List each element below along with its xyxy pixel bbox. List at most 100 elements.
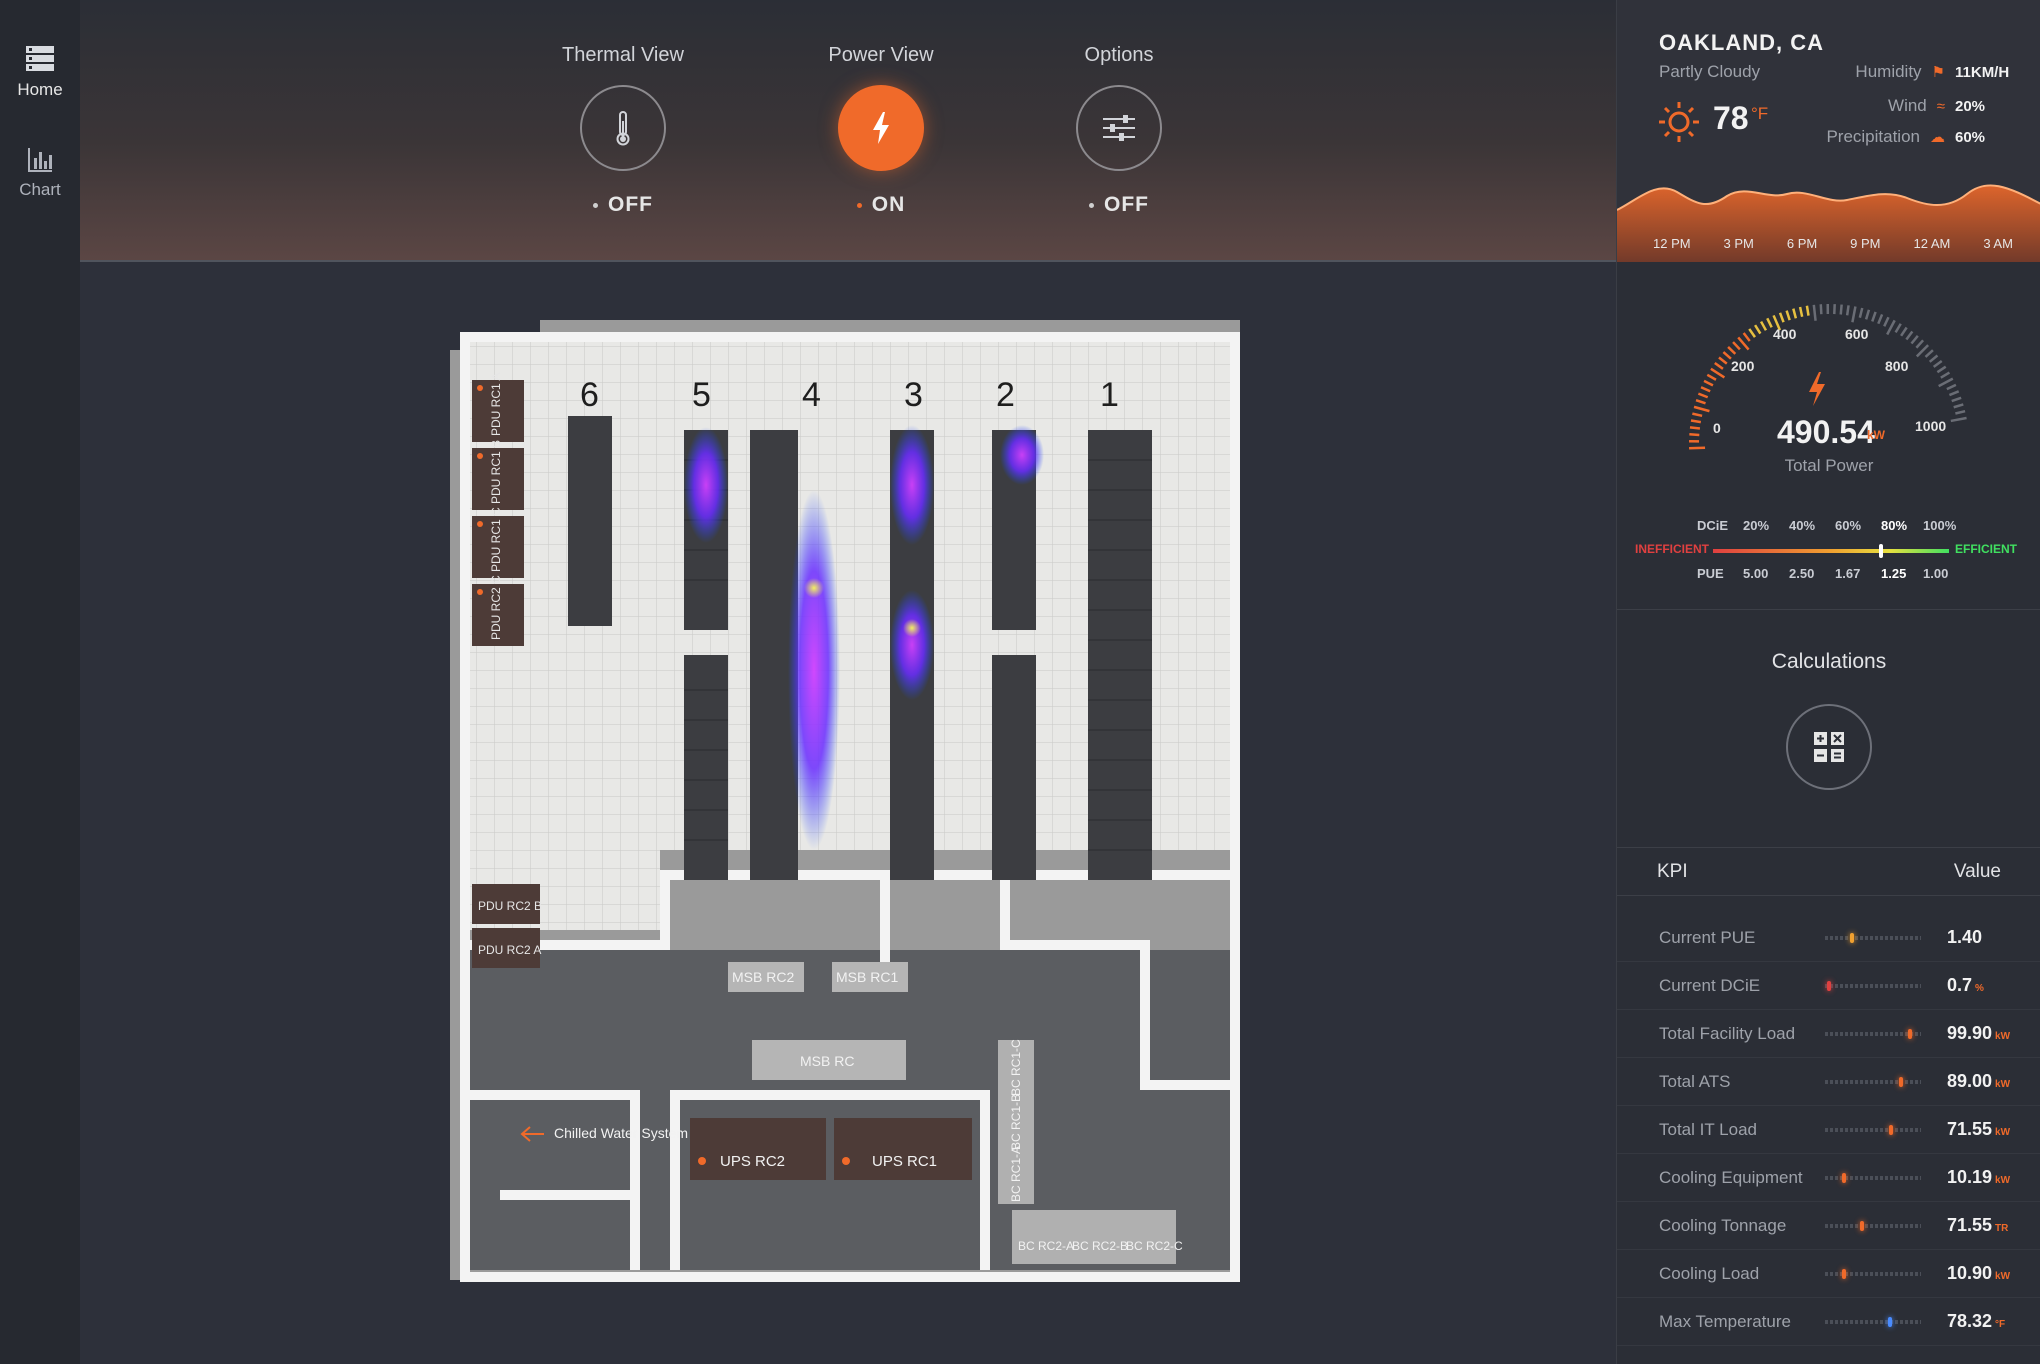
kpi-value: 78.32 bbox=[1947, 1311, 1993, 1331]
precipitation-value: 60% bbox=[1955, 128, 1986, 146]
pue-167: 1.67 bbox=[1835, 566, 1861, 581]
kpi-indicator-mark bbox=[1887, 1317, 1892, 1327]
nav-chart[interactable]: Chart bbox=[0, 144, 80, 200]
gauge-tick-mark bbox=[1864, 309, 1871, 320]
bc-rc1-a-label: BC RC1-A bbox=[1009, 1146, 1023, 1202]
pdu-label-5: PDU RC2 B bbox=[478, 899, 542, 913]
gauge-tick-mark bbox=[1858, 307, 1864, 319]
pue-250: 2.50 bbox=[1789, 566, 1815, 581]
gauge-tick-mark bbox=[1714, 362, 1724, 370]
gauge-tick-0: 0 bbox=[1713, 420, 1721, 436]
kpi-row[interactable]: Total IT Load 71.55 kW bbox=[1617, 1106, 2040, 1154]
kpi-row[interactable]: Cooling Equipment 10.19 kW bbox=[1617, 1154, 2040, 1202]
kpi-indicator-mark bbox=[1898, 1077, 1903, 1087]
gauge-tick-mark bbox=[1732, 341, 1741, 351]
inefficient-label: INEFFICIENT bbox=[1635, 542, 1709, 556]
gauge-tick-mark bbox=[1900, 326, 1908, 337]
kpi-value: 89.00 bbox=[1947, 1071, 1993, 1091]
kpi-row[interactable]: Current DCiE 0.7% bbox=[1617, 962, 2040, 1010]
kpi-row[interactable]: Total ATS 89.00 kW bbox=[1617, 1058, 2040, 1106]
wind-value: 20% bbox=[1955, 97, 1986, 115]
gauge-tick-mark bbox=[1839, 304, 1843, 315]
gauge-tick-mark bbox=[1710, 367, 1726, 379]
kpi-header-value: Value bbox=[1953, 860, 2001, 882]
gauge-tick-mark bbox=[1754, 324, 1762, 335]
kpi-row[interactable]: Total Facility Load 99.90 kW bbox=[1617, 1010, 2040, 1058]
pue-125: 1.25 bbox=[1881, 566, 1907, 581]
kpi-unit: kW bbox=[1995, 1271, 2011, 1282]
row-label-6: 6 bbox=[580, 376, 599, 414]
humidity-row: Humidity ⚑ 11KM/H bbox=[1855, 62, 2010, 82]
kpi-indicator-bar bbox=[1825, 1077, 1921, 1087]
kpi-row[interactable]: Max Temperature 78.32 °F bbox=[1617, 1298, 2040, 1346]
gauge-tick-mark bbox=[1722, 351, 1732, 360]
gauge-tick-mark bbox=[1706, 373, 1717, 381]
dcie-100: 100% bbox=[1923, 518, 1957, 533]
gauge-tick-600: 600 bbox=[1845, 326, 1869, 342]
ups-rc1-label: UPS RC1 bbox=[872, 1153, 937, 1170]
gauge-tick-mark bbox=[1951, 396, 1962, 403]
kpi-unit: °F bbox=[1995, 1319, 2006, 1330]
gauge-tick-400: 400 bbox=[1773, 326, 1797, 342]
kpi-row[interactable]: Current PUE 1.40 bbox=[1617, 914, 2040, 962]
kpi-unit: TR bbox=[1995, 1223, 2009, 1234]
gauge-tick-mark bbox=[1727, 346, 1737, 355]
wind-icon: ≈ bbox=[1936, 97, 1945, 115]
pdu-label-4: PDU RC2 C bbox=[489, 575, 503, 640]
humidity-value: 11KM/H bbox=[1955, 63, 2010, 81]
kpi-unit: kW bbox=[1995, 1175, 2011, 1186]
kpi-header-name: KPI bbox=[1657, 860, 1688, 882]
kpi-unit: kW bbox=[1995, 1127, 2011, 1138]
nav-home[interactable]: Home bbox=[0, 44, 80, 100]
gauge-tick-mark bbox=[1883, 316, 1890, 327]
weather-temperature: 78 bbox=[1713, 100, 1749, 136]
thermal-view-button[interactable] bbox=[580, 85, 666, 171]
kpi-indicator-bar bbox=[1825, 1317, 1921, 1327]
gauge-tick-mark bbox=[1742, 332, 1751, 342]
gauge-tick-mark bbox=[1877, 313, 1884, 325]
kpi-name: Current DCiE bbox=[1659, 976, 1761, 995]
kpi-unit: kW bbox=[1995, 1031, 2011, 1042]
gauge-tick-mark bbox=[1792, 308, 1798, 319]
sun-icon bbox=[1659, 102, 1699, 142]
power-view-toggle[interactable]: Power View ON bbox=[771, 44, 991, 217]
kpi-value: 99.90 bbox=[1947, 1023, 1993, 1043]
kpi-indicator-mark bbox=[1826, 981, 1831, 991]
thermal-view-state: OFF bbox=[608, 193, 653, 216]
row-label-2: 2 bbox=[996, 376, 1015, 414]
kpi-unit: % bbox=[1975, 983, 1984, 994]
kpi-indicator-bar bbox=[1825, 1173, 1921, 1183]
gauge-tick-mark bbox=[1812, 304, 1817, 321]
kpi-indicator-bar bbox=[1825, 1125, 1921, 1135]
gauge-tick-mark bbox=[1886, 319, 1896, 336]
gauge-tick-mark bbox=[1950, 416, 1967, 423]
dcie-20: 20% bbox=[1743, 518, 1770, 533]
kpi-indicator-bar bbox=[1825, 1029, 1921, 1039]
humidity-label: Humidity bbox=[1855, 62, 1922, 81]
row-label-1: 1 bbox=[1100, 376, 1119, 414]
time-label: 9 PM bbox=[1850, 236, 1881, 251]
kpi-name: Cooling Load bbox=[1659, 1264, 1760, 1283]
thermal-view-toggle[interactable]: Thermal View OFF bbox=[513, 44, 733, 217]
nav-home-label: Home bbox=[17, 80, 63, 99]
msb-rc1-label: MSB RC1 bbox=[836, 969, 898, 985]
kpi-row[interactable]: Cooling Load 10.90 kW bbox=[1617, 1250, 2040, 1298]
kpi-indicator-bar bbox=[1825, 1269, 1921, 1279]
flag-icon: ⚑ bbox=[1931, 64, 1945, 81]
gauge-tick-mark bbox=[1692, 412, 1703, 418]
bar-chart-icon bbox=[28, 148, 52, 172]
weather-condition: Partly Cloudy bbox=[1659, 62, 1761, 81]
kpi-value: 71.55 bbox=[1947, 1119, 1993, 1139]
time-label: 6 PM bbox=[1786, 236, 1818, 251]
gauge-tick-1000: 1000 bbox=[1915, 418, 1947, 434]
precipitation-label: Precipitation bbox=[1826, 127, 1920, 146]
kpi-name: Current PUE bbox=[1659, 928, 1756, 947]
calculations-button[interactable] bbox=[1786, 704, 1872, 790]
dcie-80: 80% bbox=[1881, 518, 1908, 533]
options-button[interactable] bbox=[1076, 85, 1162, 171]
power-view-button[interactable] bbox=[838, 85, 924, 171]
options-toggle[interactable]: Options OFF bbox=[1009, 44, 1229, 217]
kpi-indicator-bar bbox=[1825, 1221, 1921, 1231]
kpi-value: 71.55 bbox=[1947, 1215, 1993, 1235]
kpi-row[interactable]: Cooling Tonnage 71.55 TR bbox=[1617, 1202, 2040, 1250]
